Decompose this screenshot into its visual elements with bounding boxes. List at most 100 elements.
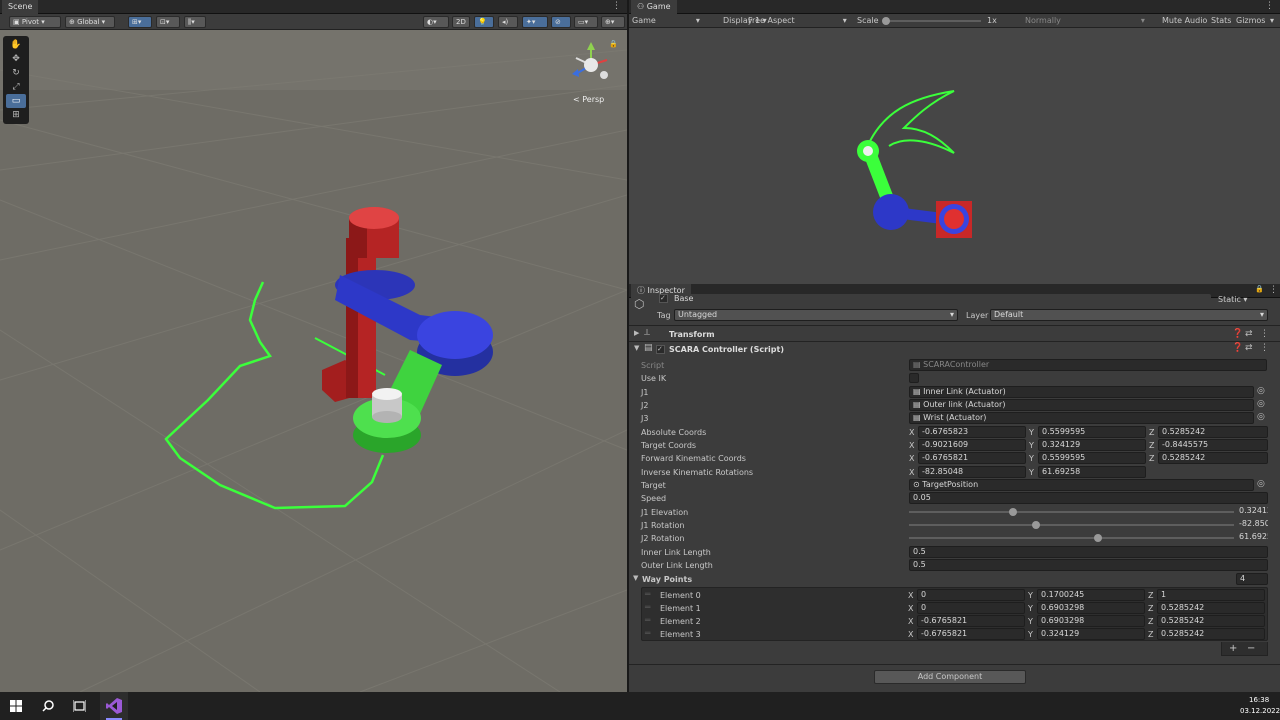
fk-z-field[interactable]: 0.5285242 [1158, 452, 1268, 464]
lighting-toggle-icon[interactable]: 💡 [474, 16, 494, 28]
gizmos-toggle-icon[interactable]: ⊕▾ [601, 16, 625, 28]
drag-handle-icon[interactable]: ═ [645, 603, 650, 613]
stats-toggle[interactable]: Stats [1211, 16, 1231, 25]
way-points-label[interactable]: Way Points [642, 575, 692, 584]
ik-x-field[interactable]: -82.85048 [918, 466, 1026, 478]
element-x-field[interactable]: 0 [917, 602, 1025, 614]
inner-link-length-field[interactable]: 0.5 [909, 546, 1268, 558]
pivot-dropdown[interactable]: ▣ Pivot ▾ [9, 16, 61, 28]
enabled-checkbox[interactable]: ✓ [656, 345, 665, 354]
j1-elevation-field[interactable]: 0.32412 [1236, 506, 1268, 518]
target-y-field[interactable]: 0.324129 [1038, 439, 1146, 451]
object-picker-icon[interactable]: ◎ [1257, 399, 1265, 409]
kebab-menu-icon[interactable]: ⋮ [1269, 285, 1278, 295]
absolute-x-field[interactable]: -0.6765823 [918, 426, 1026, 438]
object-picker-icon[interactable]: ◎ [1257, 386, 1265, 396]
lock-icon[interactable]: 🔒 [1255, 285, 1264, 293]
way-points-count[interactable]: 4 [1236, 573, 1268, 585]
kebab-menu-icon[interactable]: ⋮ [1260, 343, 1269, 353]
object-picker-icon[interactable]: ◎ [1257, 479, 1265, 489]
layer-dropdown[interactable]: Default ▾ [990, 309, 1268, 321]
j2-rotation-slider[interactable] [909, 537, 1234, 539]
component-header[interactable]: SCARA Controller (Script) [669, 345, 784, 354]
visibility-toggle-icon[interactable]: ⊘ [551, 16, 571, 28]
drag-handle-icon[interactable]: ═ [645, 629, 650, 639]
element-z-field[interactable]: 0.5285242 [1157, 602, 1265, 614]
foldout-arrow-icon[interactable]: ▼ [634, 344, 639, 352]
element-y-field[interactable]: 0.6903298 [1037, 602, 1145, 614]
visual-studio-taskbar-item[interactable] [100, 692, 128, 720]
remove-element-button[interactable]: − [1247, 643, 1255, 654]
outer-link-length-field[interactable]: 0.5 [909, 559, 1268, 571]
kebab-menu-icon[interactable]: ⋮ [1265, 1, 1274, 11]
static-toggle[interactable]: Static ▾ [1218, 295, 1247, 304]
absolute-z-field[interactable]: 0.5285242 [1158, 426, 1268, 438]
move-tool-icon[interactable]: ✥ [6, 52, 26, 66]
rect-tool-icon[interactable]: ▭ [6, 94, 26, 108]
scene-viewport[interactable] [0, 30, 627, 692]
use-ik-checkbox[interactable] [909, 373, 919, 383]
persp-label[interactable]: < Persp [573, 95, 604, 104]
element-x-field[interactable]: 0 [917, 589, 1025, 601]
tab-game[interactable]: ⚇ Game [631, 0, 677, 14]
kebab-menu-icon[interactable]: ⋮ [1260, 329, 1269, 339]
gizmos-dropdown-icon[interactable]: ▾ [1270, 16, 1274, 25]
speed-field[interactable]: 0.05 [909, 492, 1268, 504]
global-dropdown[interactable]: ⊕ Global ▾ [65, 16, 115, 28]
help-icon[interactable]: ❓ [1232, 343, 1243, 353]
j1-elevation-knob[interactable] [1009, 508, 1017, 516]
element-z-field[interactable]: 1 [1157, 589, 1265, 601]
drag-handle-icon[interactable]: ═ [645, 590, 650, 600]
hand-tool-icon[interactable]: ✋ [6, 38, 26, 52]
drag-handle-icon[interactable]: ═ [645, 616, 650, 626]
audio-toggle-icon[interactable]: ◂) [498, 16, 518, 28]
element-y-field[interactable]: 0.6903298 [1037, 615, 1145, 627]
element-x-field[interactable]: -0.6765821 [917, 628, 1025, 640]
game-viewport[interactable] [629, 28, 1280, 284]
help-icon[interactable]: ❓ [1232, 329, 1243, 339]
transform-tool-icon[interactable]: ⊞ [6, 108, 26, 122]
search-icon[interactable] [42, 700, 54, 712]
j1-rotation-field[interactable]: -82.850 [1236, 519, 1268, 531]
shading-mode-button[interactable]: ◐▾ [423, 16, 449, 28]
target-field[interactable]: ⊙ TargetPosition [909, 479, 1254, 491]
element-y-field[interactable]: 0.1700245 [1037, 589, 1145, 601]
toggle-2d-button[interactable]: 2D [452, 16, 470, 28]
task-view-icon[interactable] [73, 700, 86, 712]
play-focus-dropdown[interactable]: Normally ▾ [1025, 16, 1145, 25]
element-z-field[interactable]: 0.5285242 [1157, 628, 1265, 640]
scale-slider-knob[interactable] [882, 17, 890, 25]
j1-rotation-knob[interactable] [1031, 521, 1040, 529]
rotate-tool-icon[interactable]: ↻ [6, 66, 26, 80]
windows-start-icon[interactable] [10, 700, 22, 712]
scale-tool-icon[interactable]: ⤢ [6, 80, 26, 94]
j1-elevation-slider[interactable] [909, 511, 1234, 513]
tag-dropdown[interactable]: Untagged ▾ [674, 309, 958, 321]
j3-field[interactable]: ▤ Wrist (Actuator) [909, 412, 1254, 424]
gizmos-toggle[interactable]: Gizmos [1236, 16, 1265, 25]
fk-x-field[interactable]: -0.6765821 [918, 452, 1026, 464]
clock-date[interactable]: 03.12.2022 [1240, 707, 1280, 715]
scale-slider[interactable] [886, 20, 981, 22]
j2-rotation-knob[interactable] [1093, 534, 1102, 542]
j1-rotation-slider[interactable] [909, 524, 1234, 526]
target-x-field[interactable]: -0.9021609 [918, 439, 1026, 451]
element-z-field[interactable]: 0.5285242 [1157, 615, 1265, 627]
preset-icon[interactable]: ⇄ [1245, 343, 1253, 353]
object-picker-icon[interactable]: ◎ [1257, 412, 1265, 422]
snap-increment-button[interactable]: ⊡▾ [156, 16, 180, 28]
lock-icon[interactable]: 🔒 [609, 40, 618, 48]
fk-y-field[interactable]: 0.5599595 [1038, 452, 1146, 464]
active-checkbox[interactable]: ✓ [659, 294, 668, 303]
snap-settings-button[interactable]: ⫼▾ [184, 16, 206, 28]
j2-field[interactable]: ▤ Outer link (Actuator) [909, 399, 1254, 411]
ik-y-field[interactable]: 61.69258 [1038, 466, 1146, 478]
grid-snap-button[interactable]: ⊞▾ [128, 16, 152, 28]
object-name-field[interactable]: Base [671, 294, 1211, 306]
tab-scene[interactable]: Scene [2, 0, 39, 14]
display-mode-dropdown[interactable]: Game ▾ [632, 16, 700, 25]
target-z-field[interactable]: -0.8445575 [1158, 439, 1268, 451]
kebab-menu-icon[interactable]: ⋮ [612, 1, 621, 11]
foldout-arrow-icon[interactable]: ▶ [634, 329, 639, 337]
j1-field[interactable]: ▤ Inner Link (Actuator) [909, 386, 1254, 398]
